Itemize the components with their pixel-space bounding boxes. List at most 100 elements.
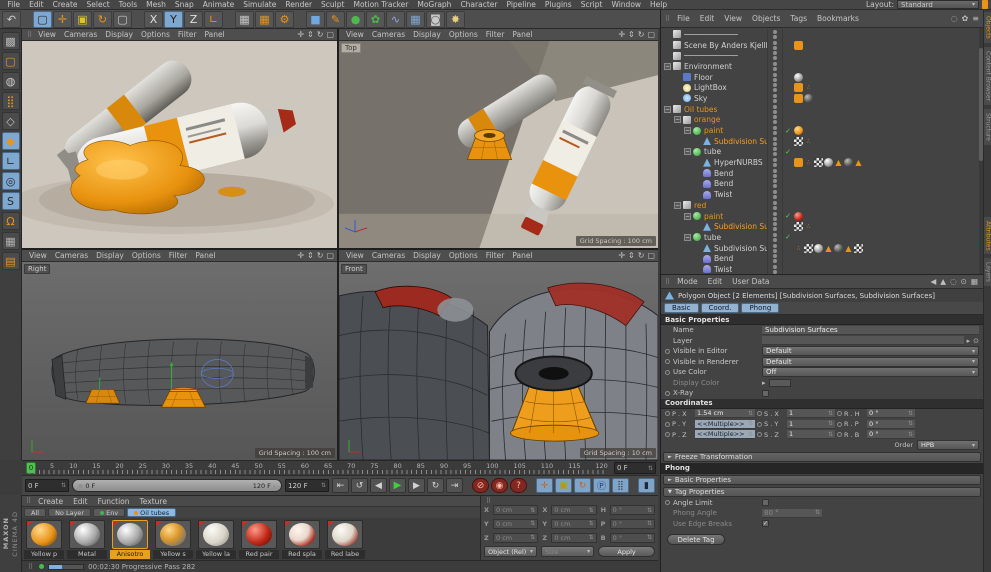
material-thumbnail[interactable] [327, 520, 363, 549]
coordinate-field[interactable]: 0 cm ⇅ [551, 505, 597, 516]
menu-item[interactable]: Simulate [239, 0, 281, 9]
frame-ruler[interactable]: 0 5 10 15 20 25 30 35 40 45 50 55 60 65 70 75 80 85 90 95 10… [24, 461, 611, 475]
anim-dot-icon[interactable] [665, 348, 670, 354]
visibility-dots[interactable] [767, 242, 783, 254]
layer-picker-icon[interactable]: ⊙ [973, 337, 979, 345]
xray-checkbox[interactable] [762, 389, 769, 397]
toolbar-icon[interactable]: ▦ [255, 10, 274, 28]
preview-range-slider[interactable]: ● 0 F 120 F ▸ [72, 479, 282, 492]
enabled-check-icon[interactable]: ✓ [783, 233, 793, 241]
material-tag-icon[interactable] [804, 93, 813, 103]
object-name[interactable]: HyperNURBS [714, 158, 763, 167]
object-name[interactable]: Floor [694, 73, 713, 82]
visibility-dots[interactable] [767, 178, 783, 190]
stepper-icon[interactable]: ⇅ [530, 507, 535, 514]
material-tile[interactable]: Anisotro [110, 520, 150, 559]
attribute-toolbar-icon[interactable]: ▦ [971, 277, 978, 286]
stepper-icon[interactable]: ⇅ [589, 520, 594, 527]
object-row[interactable]: − paint ✓ [661, 125, 983, 136]
anim-dot-icon[interactable] [757, 421, 762, 427]
uv-tag-icon[interactable] [854, 243, 863, 253]
rotation-p-field[interactable]: 0 ° ⇅ [867, 419, 915, 429]
visibility-dots[interactable] [767, 61, 783, 72]
transport-button[interactable]: ▶ [389, 478, 406, 493]
object-name[interactable]: Twist [714, 265, 732, 274]
toolbar-icon[interactable] [295, 11, 305, 28]
object-type-icon[interactable] [673, 30, 681, 39]
anim-dot-icon[interactable] [665, 359, 670, 365]
mode-icon[interactable]: Ω [1, 212, 20, 230]
dots-tag-icon[interactable]: ∴ [804, 222, 813, 231]
coordinate-field[interactable]: 0 ° ⇅ [609, 532, 655, 543]
object-type-icon[interactable] [673, 105, 681, 114]
sds-weight-tag-icon[interactable] [804, 243, 813, 253]
visibility-dots[interactable] [767, 50, 783, 62]
expander-icon[interactable]: − [684, 233, 691, 241]
coordinate-field[interactable]: 0 cm ⇅ [551, 518, 597, 529]
sds-weight-tag-icon[interactable] [814, 158, 823, 168]
dots-tag-icon[interactable]: ∴ [794, 244, 803, 253]
expander-icon[interactable]: − [664, 105, 671, 113]
material-tile[interactable]: Yellow s [153, 520, 193, 559]
transport-button[interactable]: ⇥ [446, 478, 463, 493]
layout-select[interactable]: Standard ▾ [897, 0, 979, 9]
viewport-nav-icon[interactable]: ↻ [317, 30, 324, 39]
viewport-menu-item[interactable]: Filter [482, 251, 509, 260]
menu-item[interactable]: Edit [25, 0, 49, 9]
transport-button[interactable]: ↻ [574, 478, 591, 493]
object-name[interactable]: ──────────── [684, 51, 738, 60]
viewport-nav-icon[interactable]: ⇕ [628, 30, 635, 39]
viewport-nav-icon[interactable]: ↻ [638, 30, 645, 39]
transport-button[interactable] [529, 478, 534, 493]
visibility-dots[interactable] [767, 167, 783, 179]
expander-icon[interactable]: − [664, 62, 671, 70]
stepper-icon[interactable]: ⇅ [61, 482, 66, 489]
object-name[interactable]: tube [704, 233, 721, 242]
tag-properties-fold[interactable]: ▼ Tag Properties [663, 486, 981, 497]
viewport-nav-icon[interactable]: ↻ [317, 251, 324, 260]
mode-icon[interactable]: ▢ [1, 52, 20, 70]
object-name[interactable]: ──────────── [684, 30, 738, 39]
expander-icon[interactable]: − [674, 201, 681, 209]
menu-item[interactable]: Snap [170, 0, 198, 9]
phong-angle-field[interactable]: 80 ° ⇅ [762, 508, 822, 518]
material-tile[interactable]: Metal [67, 520, 107, 559]
viewport-menu-item[interactable]: Panel [508, 30, 536, 39]
object-row[interactable]: − Environment [661, 61, 983, 72]
viewport-menu-item[interactable]: Cameras [51, 251, 92, 260]
rotation-h-field[interactable]: 0 ° ⇅ [867, 409, 915, 419]
viewport-menu-item[interactable]: Panel [508, 251, 536, 260]
position-z-field[interactable]: <<Multiple>> ⇅ [695, 430, 755, 440]
stepper-icon[interactable]: ⇅ [647, 507, 652, 514]
object-row[interactable]: ──────────── [661, 50, 983, 62]
phong-tag-icon[interactable]: ▲ [854, 158, 863, 167]
freeze-transformation-fold[interactable]: ► Freeze Transformation [663, 451, 981, 462]
range-start-field[interactable]: 0 F ⇅ [25, 479, 69, 492]
toolbar-icon[interactable]: ↶ [2, 10, 21, 28]
viewport-canvas-perspective[interactable] [22, 41, 337, 248]
toolbar-icon[interactable]: ✿ [366, 10, 385, 28]
scale-y-field[interactable]: 1 ⇅ [787, 419, 835, 429]
object-manager-icon[interactable]: ◌ [951, 14, 958, 23]
object-row[interactable]: − paint ✓ [661, 210, 983, 222]
object-manager-menu-item[interactable]: View [719, 14, 747, 23]
object-name[interactable]: Environment [684, 62, 732, 71]
angle-limit-checkbox[interactable] [762, 499, 769, 507]
section-header[interactable]: Coordinates [661, 398, 983, 409]
stepper-icon[interactable]: ⇅ [589, 507, 594, 514]
layer-browse-icon[interactable]: ▸ [967, 337, 971, 345]
dock-tab[interactable]: Content Browser [983, 46, 991, 105]
phong-tag-icon[interactable]: ▲ [824, 244, 833, 253]
viewport-nav-icon[interactable]: ▢ [326, 30, 334, 39]
viewport-canvas-right[interactable]: Right Grid Spacing : 100 cm [22, 262, 337, 460]
coordinate-field[interactable]: 0 ° ⇅ [609, 505, 655, 516]
material-tile[interactable]: Red pair [239, 520, 279, 559]
viewport-menu-item[interactable]: Panel [200, 30, 228, 39]
menu-item[interactable]: Sculpt [317, 0, 349, 9]
viewport-menu-item[interactable]: Cameras [60, 30, 101, 39]
section-header[interactable]: Basic Properties [661, 315, 983, 325]
mode-icon[interactable]: ◆ [1, 132, 20, 150]
visible-renderer-dropdown[interactable]: Default ▾ [762, 356, 979, 367]
material-tag-icon[interactable] [814, 243, 823, 253]
material-tag-icon[interactable] [794, 126, 803, 136]
